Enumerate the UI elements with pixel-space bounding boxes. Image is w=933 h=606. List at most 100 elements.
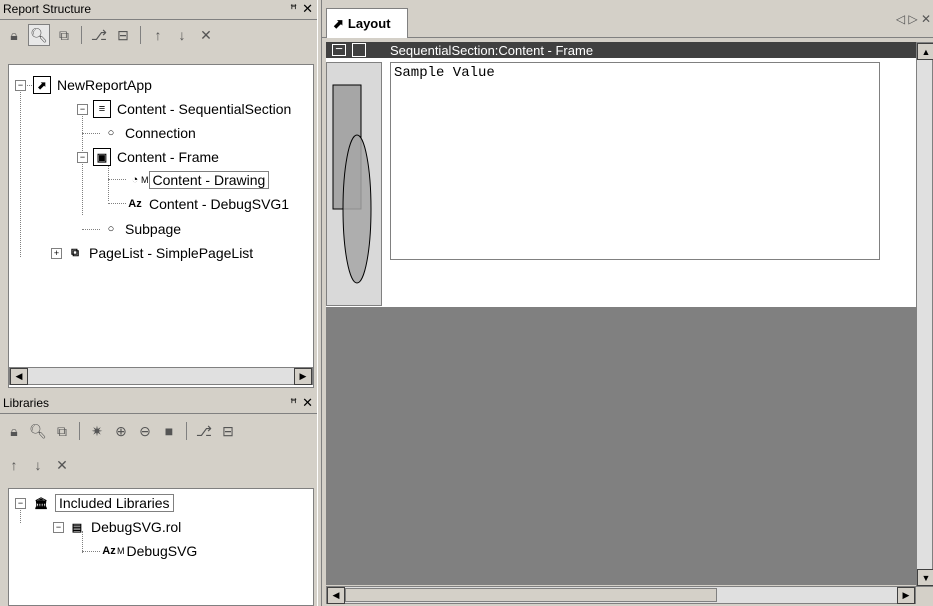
tree-node-debugsvg[interactable]: Az M DebugSVG <box>101 540 197 562</box>
lock-icon[interactable]: 🔒︎ <box>4 25 24 45</box>
tree-node-root[interactable]: ⬈ NewReportApp <box>33 74 152 96</box>
frame-header: − SequentialSection:Content - Frame <box>326 42 916 58</box>
tree-node-label: Content - SequentialSection <box>117 101 292 117</box>
tree-connector <box>82 551 100 552</box>
tree-node-section[interactable]: ≡ Content - SequentialSection <box>93 98 291 120</box>
libraries-panel: Libraries ꟸ ✕ 🔒︎ 🔍︎ ⧉ ✷ ⊕ ⊖ ■ ⎇ ⊟ ↑ ↓ ✕ … <box>0 394 317 606</box>
close-icon[interactable]: ✕ <box>302 0 313 18</box>
separator <box>186 422 187 440</box>
tree-node-frame[interactable]: ▣ Content - Frame <box>93 146 219 168</box>
tree-node-label: Connection <box>125 125 196 141</box>
tree-connector <box>20 87 21 257</box>
tree-node-label: Subpage <box>125 221 182 237</box>
collapse-icon[interactable]: − <box>332 42 346 56</box>
tree-node-included-libraries[interactable]: 🏛︎ Included Libraries <box>33 492 174 514</box>
tree-connector <box>82 229 100 230</box>
delete-icon[interactable]: ✕ <box>196 25 216 45</box>
frame-icon: ▣ <box>93 148 111 166</box>
scroll-left-icon[interactable]: ◀ <box>327 587 345 604</box>
modified-badge: M <box>117 546 125 556</box>
expand-icon[interactable]: ⎇ <box>194 421 214 441</box>
tree-node-debugsvg-rol[interactable]: ▤ DebugSVG.rol <box>69 516 181 538</box>
move-down-icon[interactable]: ↓ <box>172 25 192 45</box>
move-up-icon[interactable]: ↑ <box>4 455 24 475</box>
collapse-toggle[interactable]: − <box>77 152 88 163</box>
tree-connector <box>108 179 126 180</box>
tab-layout[interactable]: ⬈ Layout <box>326 8 408 38</box>
collapse-toggle[interactable]: − <box>77 104 88 115</box>
tree-connector <box>108 203 126 204</box>
tree-node-label: PageList - SimplePageList <box>89 245 254 261</box>
tree-node-label: Content - Frame <box>117 149 219 165</box>
remove-library-icon[interactable]: ⊖ <box>135 421 155 441</box>
tab-layout-label: Layout <box>347 16 391 31</box>
expand-toggle[interactable]: + <box>51 248 62 259</box>
tree-node-drawing[interactable]: ◔ M Content - Drawing <box>127 169 270 191</box>
sample-value: Sample Value <box>394 65 495 81</box>
libraries-titlebar: Libraries ꟸ ✕ <box>0 394 317 414</box>
tree-node-pagelist[interactable]: ⧉ PageList - SimplePageList <box>67 242 253 264</box>
libraries-toolbar-2: ↑ ↓ ✕ <box>0 452 317 478</box>
add-library-icon[interactable]: ⊕ <box>111 421 131 441</box>
layout-editor: ⬈ Layout ◁ ▷ ✕ − SequentialSection:Conte… <box>322 0 933 606</box>
report-icon: ⬈ <box>33 76 51 94</box>
move-down-icon[interactable]: ↓ <box>28 455 48 475</box>
collapse-toggle[interactable]: − <box>15 80 26 91</box>
zoom-icon[interactable]: 🔍︎ <box>28 24 50 46</box>
pin-icon[interactable]: ꟸ <box>290 0 297 18</box>
zoom-fit-icon[interactable]: ⧉ <box>54 25 74 45</box>
modified-badge: M <box>141 175 149 185</box>
scroll-thumb[interactable] <box>345 588 717 602</box>
move-up-icon[interactable]: ↑ <box>148 25 168 45</box>
lock-icon[interactable]: 🔒︎ <box>4 421 24 441</box>
collapse-toggle[interactable]: − <box>53 522 64 533</box>
report-structure-titlebar: Report Structure ꟸ ✕ <box>0 0 317 20</box>
pin-icon[interactable]: ꟸ <box>290 394 297 412</box>
libraries-toolbar: 🔒︎ 🔍︎ ⧉ ✷ ⊕ ⊖ ■ ⎇ ⊟ <box>0 418 317 444</box>
tree-connector <box>108 165 109 201</box>
report-structure-title: Report Structure <box>3 2 92 16</box>
scroll-up-icon[interactable]: ▲ <box>917 43 933 60</box>
collapse-icon[interactable]: ⊟ <box>218 421 238 441</box>
collapse-toggle[interactable]: − <box>15 498 26 509</box>
tree-node-label: Content - DebugSVG1 <box>149 196 290 212</box>
libraries-tree: − 🏛︎ Included Libraries − ▤ DebugSVG.rol… <box>8 488 314 606</box>
text-az-icon: Az <box>102 545 116 557</box>
save-icon[interactable]: ■ <box>159 421 179 441</box>
scroll-down-icon[interactable]: ▼ <box>917 569 933 586</box>
circle-icon: ○ <box>107 127 115 139</box>
delete-icon[interactable]: ✕ <box>52 455 72 475</box>
frame-icon <box>352 43 366 57</box>
ellipse-shape[interactable] <box>342 134 372 284</box>
scroll-left-icon[interactable]: ◀ <box>10 368 28 385</box>
drawing-shapes <box>332 84 372 284</box>
expand-icon[interactable]: ⎇ <box>89 25 109 45</box>
drawing-element[interactable] <box>326 62 382 306</box>
tree-node-connection[interactable]: ○ Connection <box>103 122 196 144</box>
circle-icon: ○ <box>107 223 115 235</box>
tree-node-subpage[interactable]: ○ Subpage <box>103 218 181 240</box>
horizontal-scrollbar[interactable]: ◀ ▶ <box>9 367 313 385</box>
tree-node-label: DebugSVG <box>126 543 198 559</box>
new-library-icon[interactable]: ✷ <box>87 421 107 441</box>
scroll-right-icon[interactable]: ▶ <box>897 587 915 604</box>
report-structure-tree: − ⬈ NewReportApp − ≡ Content - Sequentia… <box>8 64 314 388</box>
scroll-right-icon[interactable]: ▶ <box>294 368 312 385</box>
close-icon[interactable]: ✕ <box>302 394 313 412</box>
horizontal-scrollbar[interactable]: ◀ ▶ <box>326 586 916 604</box>
collapse-icon[interactable]: ⊟ <box>113 25 133 45</box>
debug-text-box[interactable]: Sample Value <box>390 62 880 260</box>
zoom-fit-icon[interactable]: ⧉ <box>52 421 72 441</box>
section-icon: ≡ <box>93 100 111 118</box>
zoom-icon[interactable]: 🔍︎ <box>28 421 48 441</box>
report-structure-toolbar: 🔒︎ 🔍︎ ⧉ ⎇ ⊟ ↑ ↓ ✕ <box>0 22 317 48</box>
tree-node-debug[interactable]: Az Content - DebugSVG1 <box>127 193 289 215</box>
library-icon: 🏛︎ <box>34 497 48 510</box>
tab-nav[interactable]: ◁ ▷ ✕ <box>896 12 931 26</box>
pages-icon: ⧉ <box>71 246 79 259</box>
canvas-gray <box>326 307 916 585</box>
tree-node-label: DebugSVG.rol <box>91 519 182 535</box>
report-structure-panel: Report Structure ꟸ ✕ 🔒︎ 🔍︎ ⧉ ⎇ ⊟ ↑ ↓ ✕ −… <box>0 0 317 392</box>
library-file-icon: ▤ <box>71 521 83 534</box>
vertical-scrollbar[interactable]: ▲ ▼ <box>916 42 933 587</box>
